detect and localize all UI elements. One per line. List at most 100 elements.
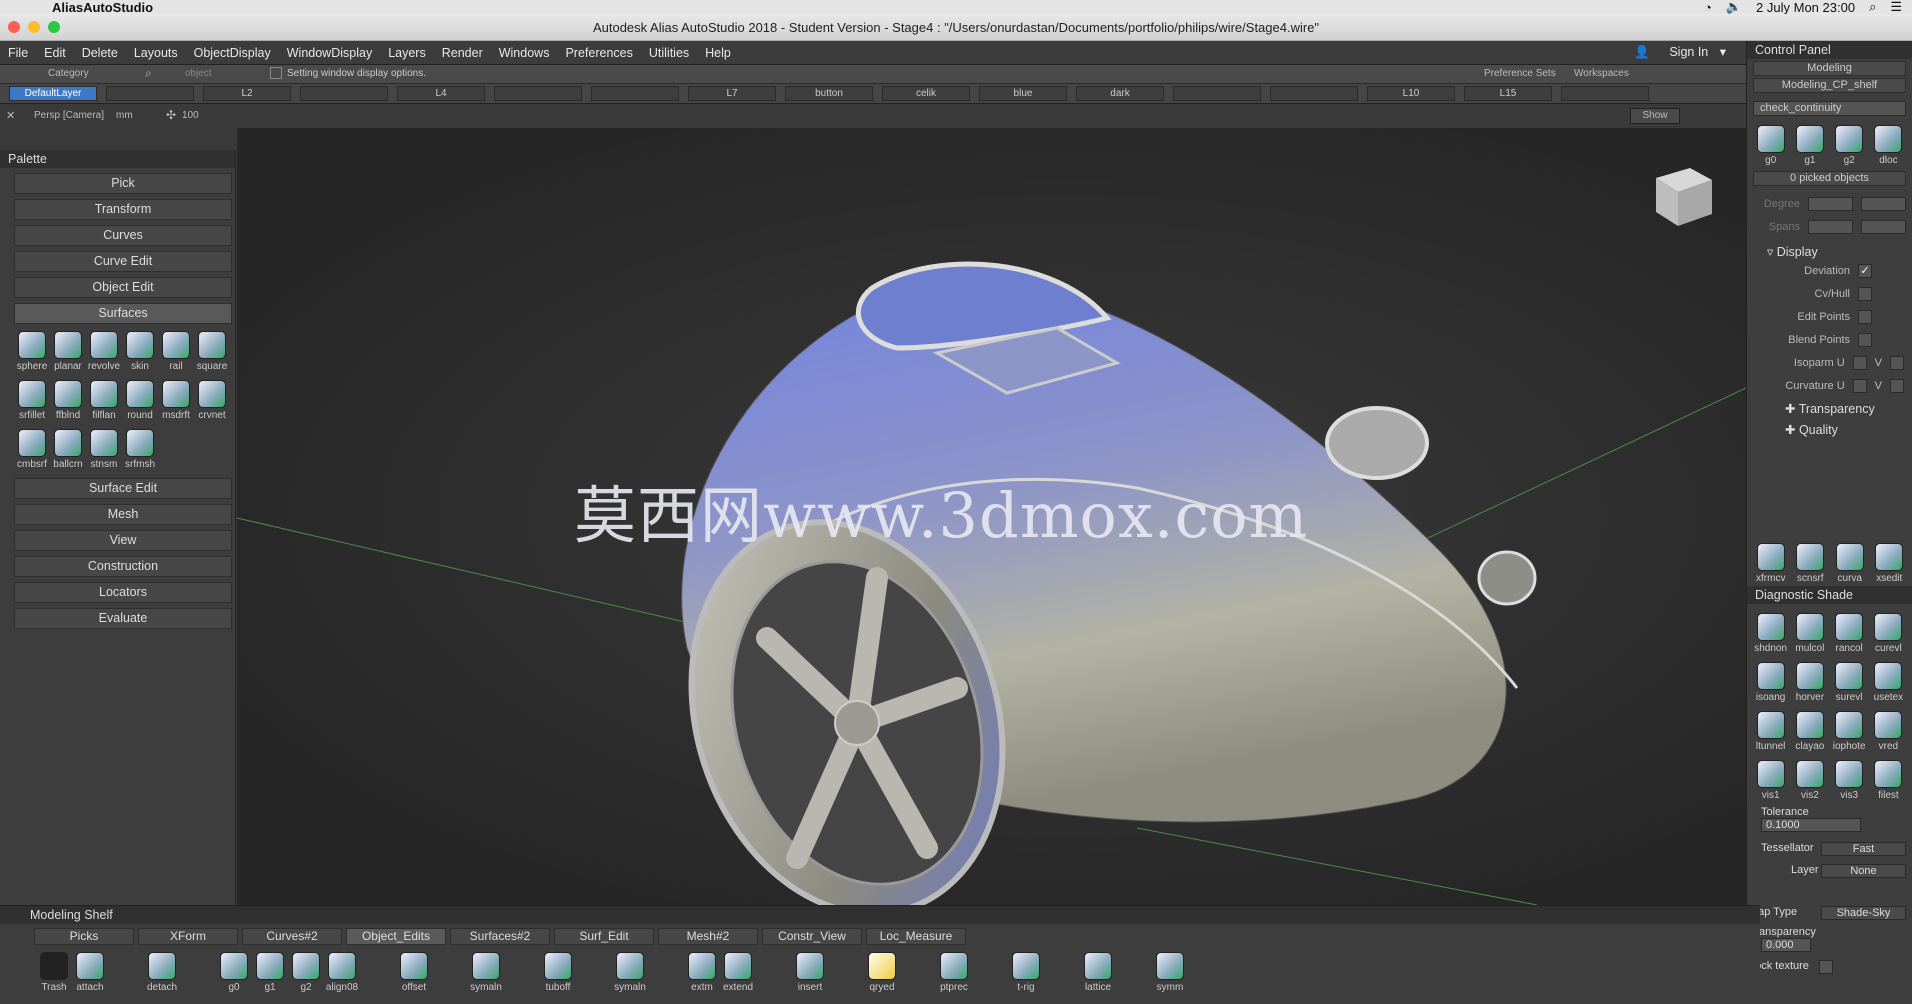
layer-button[interactable]: button (785, 86, 873, 101)
sign-in-button[interactable]: 👤 Sign In ▾ (1626, 44, 1726, 60)
tool-ffblnd[interactable]: ffblnd (50, 377, 86, 424)
tab-constr-view[interactable]: Constr_View (762, 928, 862, 945)
wifi-icon[interactable]: ◔ (1704, 0, 1712, 15)
shelf-align08[interactable]: align08 (324, 949, 360, 997)
notification-icon[interactable]: ☰ (1890, 0, 1902, 15)
layer-l15[interactable]: L15 (1464, 86, 1552, 101)
shelf-g0[interactable]: g0 (216, 949, 252, 997)
layer-l4[interactable]: L4 (397, 86, 485, 101)
tool-mulcol[interactable]: mulcol (1792, 610, 1828, 657)
maptype-dropdown[interactable]: Shade-Sky (1821, 906, 1906, 920)
layer-l10[interactable]: L10 (1367, 86, 1455, 101)
tool-curevl[interactable]: curevl (1870, 610, 1906, 657)
tool-vred[interactable]: vred (1870, 708, 1906, 755)
tool-usetex[interactable]: usetex (1870, 659, 1906, 706)
layer-item[interactable] (106, 86, 194, 101)
shelf-t-rig[interactable]: t-rig (1008, 949, 1044, 997)
camera-label[interactable]: Persp [Camera] (34, 110, 104, 121)
search-icon[interactable]: ⌕ (145, 66, 152, 81)
tool-round[interactable]: round (122, 377, 158, 424)
tessellator-dropdown[interactable]: Fast (1821, 842, 1906, 856)
shelf-dropdown[interactable]: Modeling_CP_shelf (1753, 78, 1906, 93)
tool-rail[interactable]: rail (158, 328, 194, 375)
tool-crvnet[interactable]: crvnet (194, 377, 230, 424)
cvhull-checkbox[interactable] (1858, 286, 1872, 301)
shelf-lattice[interactable]: lattice (1080, 949, 1116, 997)
tool-g2[interactable]: g2 (1831, 122, 1867, 169)
tool-cmbsrf[interactable]: cmbsrf (14, 426, 50, 473)
tool-scnsrf[interactable]: scnsrf (1792, 540, 1828, 587)
menu-help[interactable]: Help (697, 46, 739, 60)
category-label[interactable]: Category (48, 68, 89, 79)
tool-srfillet[interactable]: srfillet (14, 377, 50, 424)
tool-g0[interactable]: g0 (1753, 122, 1789, 169)
blendpoints-checkbox[interactable] (1858, 332, 1872, 347)
menu-layouts[interactable]: Layouts (126, 46, 186, 60)
shelf-tuboff[interactable]: tuboff (540, 949, 576, 997)
isoparm-u-checkbox[interactable] (1852, 355, 1867, 370)
palette-object-edit[interactable]: Object Edit (14, 277, 232, 298)
close-icon[interactable]: ✕ (6, 109, 15, 122)
tab-surf-edit[interactable]: Surf_Edit (554, 928, 654, 945)
tool-xfrmcv[interactable]: xfrmcv (1753, 540, 1789, 587)
volume-icon[interactable]: 🔈 (1726, 0, 1742, 15)
menu-edit[interactable]: Edit (36, 46, 74, 60)
layer-item[interactable] (1173, 86, 1261, 101)
tool-horver[interactable]: horver (1792, 659, 1828, 706)
tab-loc-measure[interactable]: Loc_Measure (866, 928, 966, 945)
palette-locators[interactable]: Locators (14, 582, 232, 603)
layer-l7[interactable]: L7 (688, 86, 776, 101)
menu-preferences[interactable]: Preferences (557, 46, 640, 60)
workspaces-button[interactable]: Workspaces (1574, 68, 1629, 79)
lock-texture-checkbox[interactable] (1818, 960, 1833, 974)
move-icon[interactable]: ✣ (166, 108, 176, 122)
spans-field[interactable] (1808, 219, 1853, 234)
transparency-field[interactable]: 0.000 (1761, 938, 1811, 952)
layer-blue[interactable]: blue (979, 86, 1067, 101)
palette-curves[interactable]: Curves (14, 225, 232, 246)
tool-skin[interactable]: skin (122, 328, 158, 375)
tool-isoang[interactable]: isoang (1753, 659, 1789, 706)
degree-field[interactable] (1808, 196, 1853, 211)
tool-xsedit[interactable]: xsedit (1871, 540, 1907, 587)
menu-file[interactable]: File (0, 46, 36, 60)
minimize-window-button[interactable] (28, 21, 40, 33)
object-field[interactable]: object (185, 68, 212, 79)
shelf-trash[interactable]: Trash (36, 949, 72, 997)
tool-g1[interactable]: g1 (1792, 122, 1828, 169)
tool-curva[interactable]: curva (1832, 540, 1868, 587)
tool-ballcrn[interactable]: ballcrn (50, 426, 86, 473)
close-window-button[interactable] (8, 21, 20, 33)
menu-objectdisplay[interactable]: ObjectDisplay (186, 46, 279, 60)
maximize-window-button[interactable] (48, 21, 60, 33)
menu-render[interactable]: Render (434, 46, 491, 60)
shelf-symaln-2[interactable]: symaln (612, 949, 648, 997)
shelf-extm[interactable]: extm (684, 949, 720, 997)
menu-windows[interactable]: Windows (491, 46, 558, 60)
tool-square[interactable]: square (194, 328, 230, 375)
tool-shdnon[interactable]: shdnon (1753, 610, 1789, 657)
shelf-insert[interactable]: insert (792, 949, 828, 997)
tab-mesh2[interactable]: Mesh#2 (658, 928, 758, 945)
tool-planar[interactable]: planar (50, 328, 86, 375)
tab-picks[interactable]: Picks (34, 928, 134, 945)
layer-item[interactable] (1561, 86, 1649, 101)
tool-filest[interactable]: filest (1870, 757, 1906, 804)
layer-celik[interactable]: celik (882, 86, 970, 101)
tool-stnsm[interactable]: stnsm (86, 426, 122, 473)
curvature-u-checkbox[interactable] (1852, 378, 1867, 393)
shelf-attach[interactable]: attach (72, 949, 108, 997)
palette-surfaces[interactable]: Surfaces (14, 303, 232, 324)
tool-vis2[interactable]: vis2 (1792, 757, 1828, 804)
tool-vis1[interactable]: vis1 (1753, 757, 1789, 804)
menu-layers[interactable]: Layers (380, 46, 434, 60)
layer-item[interactable] (300, 86, 388, 101)
layer-dark[interactable]: dark (1076, 86, 1164, 101)
app-name[interactable]: AliasAutoStudio (52, 0, 153, 15)
tool-msdrft[interactable]: msdrft (158, 377, 194, 424)
display-section[interactable]: ▿ Display (1747, 244, 1912, 259)
clock[interactable]: 2 July Mon 23:00 (1756, 0, 1855, 15)
search-icon[interactable]: ⌕ (1869, 0, 1876, 15)
degree-field-2[interactable] (1861, 196, 1906, 211)
tool-vis3[interactable]: vis3 (1831, 757, 1867, 804)
